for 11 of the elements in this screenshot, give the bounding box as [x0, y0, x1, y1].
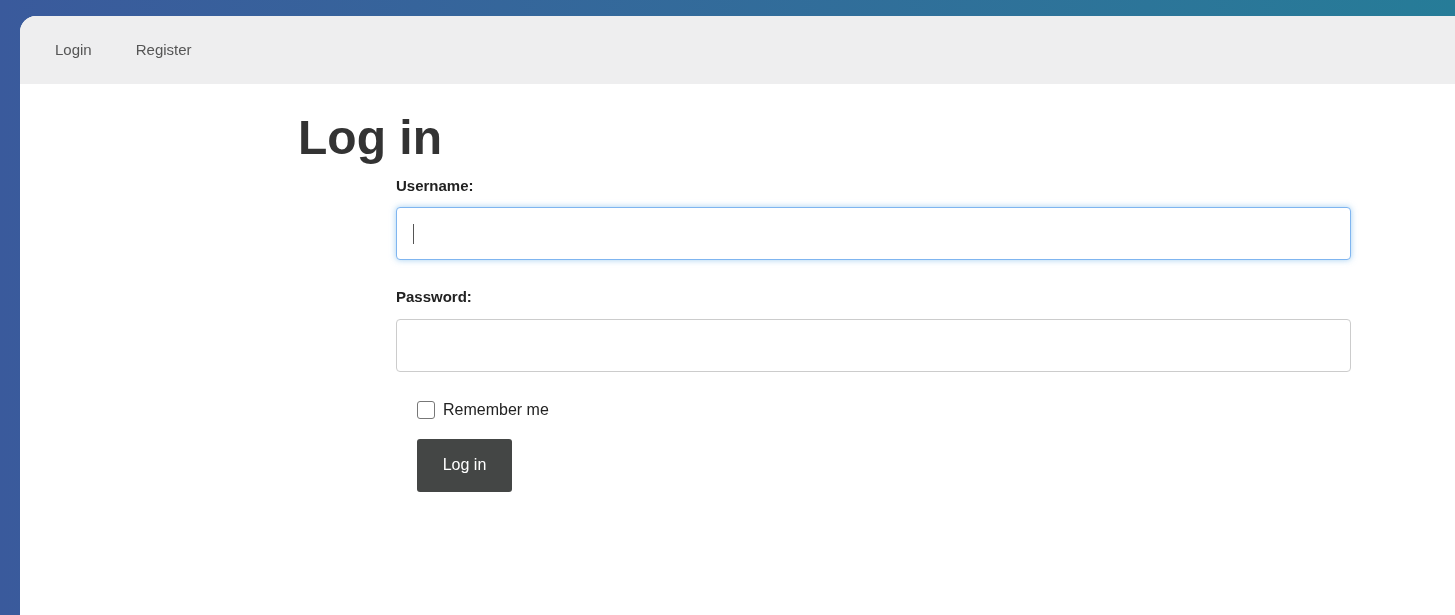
checkbox[interactable]: [417, 400, 435, 419]
field-label: Password:: [396, 287, 472, 308]
nav-link[interactable]: Login: [55, 38, 92, 62]
field-label: Username:: [396, 175, 474, 196]
input-field[interactable]: [396, 318, 1351, 372]
nav-link[interactable]: Register: [135, 38, 192, 62]
page-heading: Log in: [298, 112, 442, 165]
checkbox-label: Remember me: [443, 399, 549, 420]
login-button[interactable]: Log in: [417, 438, 512, 492]
text-cursor: [413, 223, 414, 244]
input-field[interactable]: [396, 207, 1351, 261]
